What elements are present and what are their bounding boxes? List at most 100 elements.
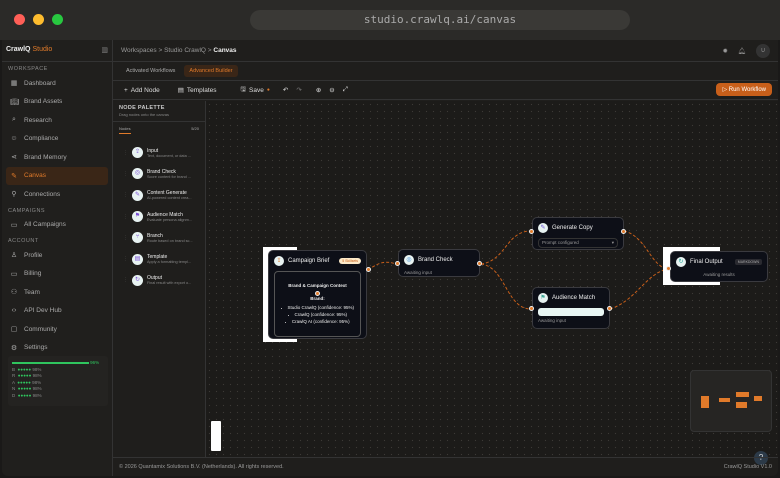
node-campaign-brief[interactable]: ⇪ Campaign Brief 5 Skillsets Brand & Campa…: [268, 250, 367, 339]
tab-advanced-builder[interactable]: Advanced Builder: [184, 65, 238, 77]
drag-handle-icon[interactable]: ⋮: [123, 214, 128, 220]
score-stars: ●●●●●: [17, 373, 32, 378]
sidebar-item-label: Brand Assets: [24, 98, 63, 106]
sidebar-item-api-dev-hub[interactable]: ‹› API Dev Hub: [6, 302, 108, 321]
minimap[interactable]: [690, 370, 772, 432]
context-panel[interactable]: Brand & Campaign Context Brand: Studio C…: [274, 271, 361, 337]
node-final-output[interactable]: ↻ Final Output MARKDOWN Awaiting results: [670, 251, 768, 282]
node-type-icon: ◎: [132, 168, 143, 180]
theme-icon[interactable]: ✹: [723, 47, 728, 55]
audience-input[interactable]: [538, 308, 604, 316]
node-audience-match[interactable]: ⚑ Audience Match Awaiting input: [532, 287, 610, 329]
node-type-icon: ↻: [132, 274, 143, 286]
redo-icon[interactable]: ↷: [296, 86, 301, 94]
score-key: R: [12, 373, 16, 378]
palette-item-audience-match[interactable]: ⋮ ⚑ Audience Match Evaluate persona alignm.…: [113, 206, 205, 227]
close-window-button[interactable]: [14, 14, 25, 25]
palette-tab[interactable]: Nodes 5/20: [113, 121, 205, 138]
sidebar-item-settings[interactable]: ⚙ Settings: [6, 339, 108, 358]
port[interactable]: [607, 306, 612, 311]
node-brand-check[interactable]: ◎ Brand Check Awaiting input: [398, 249, 480, 277]
port[interactable]: [666, 266, 671, 271]
sidebar-item-brand-assets[interactable]: 📖︎ Brand Assets: [6, 93, 108, 112]
minimap-node: [701, 396, 709, 408]
palette-item-desc: AI-powered content crea...: [147, 196, 192, 201]
drag-handle-icon[interactable]: ⋮: [123, 171, 128, 177]
drag-handle-icon[interactable]: ⋮: [123, 150, 128, 156]
crumb-studio[interactable]: Studio CrawlQ: [164, 47, 206, 54]
palette-item-desc: Apply a formatting templ...: [147, 260, 192, 265]
sidebar-item-compliance[interactable]: ☺ Compliance: [6, 130, 108, 149]
zoom-out-icon[interactable]: ⊖: [329, 86, 334, 94]
sidebar-item-billing[interactable]: ▭ Billing: [6, 265, 108, 284]
section-workspace: WORKSPACE: [8, 66, 48, 72]
save-label: Save: [249, 86, 264, 94]
zoom-in-icon[interactable]: ⊕: [316, 86, 321, 94]
address-bar[interactable]: studio.crawlq.ai/canvas: [250, 10, 630, 30]
sidebar-item-label: Connections: [24, 190, 61, 198]
score-bar: [12, 361, 89, 364]
sidebar-item-research[interactable]: ⌕ Research: [6, 111, 108, 130]
output-icon: ↻: [676, 257, 686, 267]
port[interactable]: [529, 229, 534, 234]
save-button[interactable]: 🖫︎ Save ●: [236, 83, 275, 98]
run-workflow-button[interactable]: ▷ Run Workflow: [716, 83, 772, 96]
palette-item-brand-check[interactable]: ⋮ ◎ Brand Check Score content for brand ...: [113, 163, 205, 184]
drag-handle-icon[interactable]: ⋮: [123, 235, 128, 241]
sidebar-item-label: Community: [24, 325, 57, 333]
drag-handle-icon[interactable]: ⋮: [123, 192, 128, 198]
sidebar-item-community[interactable]: ▢ Community: [6, 320, 108, 339]
palette-item-input[interactable]: ⋮ ⇪ Input Text, document, or data ...: [113, 142, 205, 163]
sidebar-item-profile[interactable]: ♙ Profile: [6, 246, 108, 265]
drag-handle-icon[interactable]: ⋮: [123, 277, 128, 283]
zoom-controls[interactable]: [211, 421, 221, 451]
edge-brandcheck-generate: [480, 230, 532, 265]
port[interactable]: [529, 306, 534, 311]
card-icon: ▭: [10, 270, 18, 278]
code-icon: ‹›: [11, 307, 17, 315]
palette-item-desc: Text, document, or data ...: [147, 153, 191, 158]
undo-icon[interactable]: ↶: [283, 86, 288, 94]
sidebar-item-all-campaigns[interactable]: ▭ All Campaigns: [6, 216, 108, 235]
brand-score-panel: 96% B ●●●●● 98% R ●●●●● 98% A ●●●●● 98% N ●…: [8, 356, 108, 406]
port[interactable]: [621, 229, 626, 234]
drag-handle-icon[interactable]: ⋮: [123, 256, 128, 262]
crumb-workspaces[interactable]: Workspaces: [121, 47, 157, 54]
node-status: Awaiting input: [404, 270, 432, 275]
search-icon: ⌕: [12, 116, 16, 124]
bell-icon[interactable]: 🔔︎: [738, 47, 746, 55]
palette-item-template[interactable]: ⋮ ▤ Template Apply a formatting templ...: [113, 248, 205, 269]
palette-count: 5/20: [191, 126, 199, 131]
sidebar-item-connections[interactable]: ⚲ Connections: [6, 185, 108, 204]
collapse-sidebar-icon[interactable]: ▥: [101, 46, 108, 54]
canvas-icon: ✎: [11, 172, 17, 180]
palette-item-branch[interactable]: ⋮ ⑂ Branch Route based on brand sc...: [113, 227, 205, 248]
sidebar-item-dashboard[interactable]: ▦ Dashboard: [6, 74, 108, 93]
prompt-select[interactable]: Prompt configured ▾: [538, 238, 618, 248]
palette-item-desc: Score content for brand ...: [147, 174, 191, 179]
node-type-icon: ⑂: [132, 232, 143, 244]
port[interactable]: [366, 267, 371, 272]
brand-bullet: Studio CrawlQ (confidence: 95%): [278, 304, 357, 311]
brand-check-icon: ◎: [404, 255, 414, 265]
port[interactable]: [477, 261, 482, 266]
context-port[interactable]: [315, 291, 320, 296]
score-key: A: [12, 379, 15, 385]
sidebar-item-canvas[interactable]: ✎ Canvas: [6, 166, 108, 185]
node-generate-copy[interactable]: ✎ Generate Copy Prompt configured ▾: [532, 217, 624, 250]
avatar[interactable]: U: [756, 44, 770, 58]
palette-item-content-generate[interactable]: ⋮ ✎ Content Generate AI-powered content cre…: [113, 185, 205, 206]
workflow-canvas[interactable]: ⇪ Campaign Brief 5 Skillsets Brand & Campa…: [206, 101, 778, 465]
port[interactable]: [395, 261, 400, 266]
palette-item-output[interactable]: ⋮ ↻ Output Final result with export o...: [113, 270, 205, 291]
tab-activated-workflows[interactable]: Activated Workflows: [121, 65, 180, 77]
templates-button[interactable]: ▤ Templates: [173, 84, 222, 96]
sidebar-item-team[interactable]: ⚇ Team: [6, 283, 108, 302]
score-key: B: [12, 366, 16, 372]
minimize-window-button[interactable]: [33, 14, 44, 25]
score-stars: ●●●●●: [17, 392, 32, 398]
add-node-button[interactable]: + Add Node: [119, 85, 165, 96]
maximize-window-button[interactable]: [52, 14, 63, 25]
fullscreen-icon[interactable]: ⤢: [343, 86, 348, 94]
sidebar-item-brand-memory[interactable]: ⋖ Brand Memory: [6, 148, 108, 167]
